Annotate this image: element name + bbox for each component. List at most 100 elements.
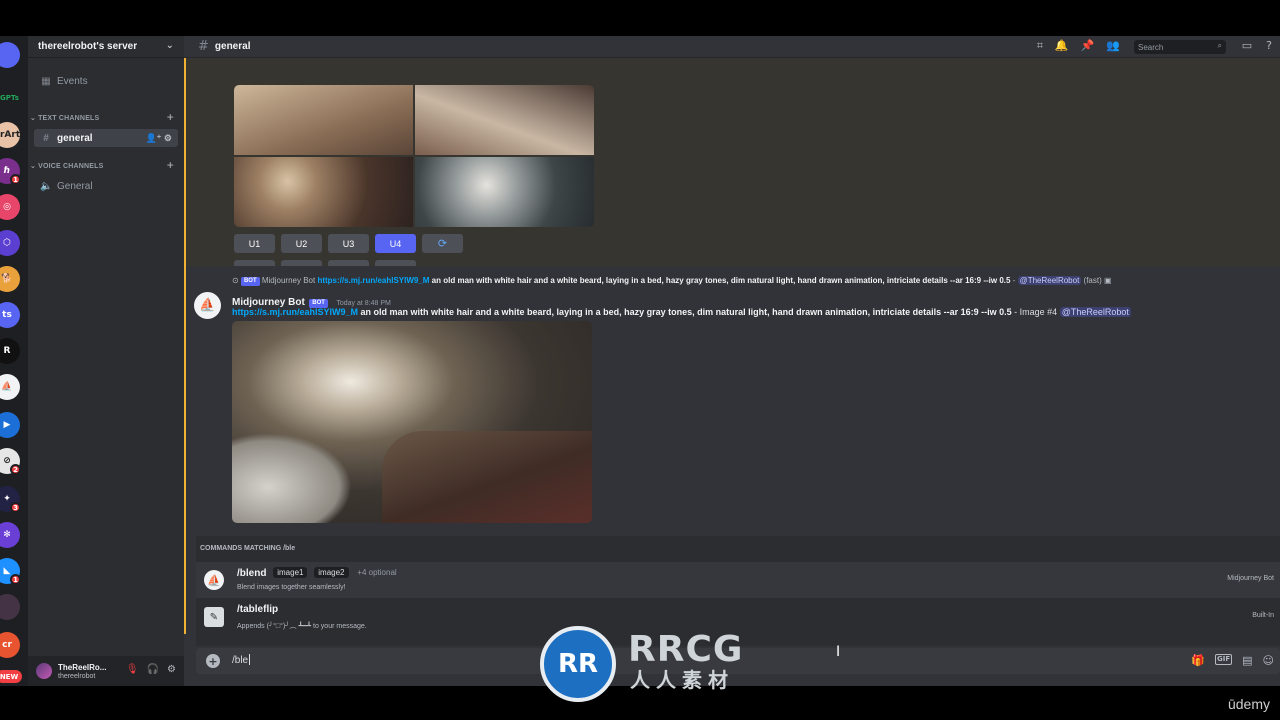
- headphones-icon[interactable]: 🎧: [147, 664, 159, 675]
- channel-sidebar: thereelrobot's server ⌄ ▦ Events ⌄ TEXT …: [28, 36, 184, 686]
- popup-title: COMMANDS MATCHING /ble: [200, 545, 296, 552]
- server-icon-play[interactable]: ▶: [0, 412, 20, 438]
- avatar[interactable]: [36, 663, 52, 679]
- new-badge: NEW: [0, 670, 22, 683]
- server-icon-label: ⬡: [3, 238, 11, 248]
- reply-mode: (fast): [1083, 276, 1102, 285]
- chat-area: # general ⌗ 🔔 📌 👥 Search ⌕ ▭ ? U1 U2 U3 U4 ⟳…: [184, 36, 1280, 686]
- server-icon-ring[interactable]: ◎: [0, 194, 20, 220]
- search-input[interactable]: Search ⌕: [1134, 40, 1226, 54]
- grid-image-3[interactable]: [234, 157, 413, 227]
- hash-icon: #: [43, 132, 49, 144]
- command-arg: image2: [314, 567, 349, 578]
- message-grid: U1U2U3U4⟳ V1V2V3V4: [184, 58, 1280, 279]
- pillow-shape: [232, 433, 352, 523]
- reply-mention[interactable]: @TheReelRobot: [1017, 276, 1082, 285]
- reply-icon: ⊙: [232, 276, 239, 285]
- add-channel-icon[interactable]: +: [167, 158, 174, 172]
- discord-home-icon[interactable]: [0, 42, 20, 68]
- add-channel-icon[interactable]: +: [167, 110, 174, 124]
- server-icon-ts[interactable]: ts: [0, 302, 20, 328]
- help-icon[interactable]: ?: [1266, 39, 1272, 52]
- server-icon-hex[interactable]: ⬡: [0, 230, 20, 256]
- reply-prompt: an old man with white hair and a white b…: [429, 276, 1011, 285]
- channel-actions[interactable]: 👤⁺ ⚙: [145, 133, 172, 144]
- sidebar-item-events[interactable]: ▦ Events: [34, 72, 178, 90]
- speaker-icon: 🔈: [40, 180, 53, 192]
- upscale-button-2[interactable]: U2: [281, 234, 322, 253]
- sidebar-item-voice-general[interactable]: 🔈 General: [34, 177, 178, 195]
- server-icon-cr[interactable]: cr: [0, 632, 20, 658]
- sidebar-item-general[interactable]: # general 👤⁺ ⚙: [34, 129, 178, 147]
- reply-preview[interactable]: ⊙ BOT Midjourney Bot https://s.mj.run/ea…: [232, 276, 1112, 286]
- category-label: TEXT CHANNELS: [38, 114, 100, 122]
- command-desc: Blend images together seamlessly!: [237, 584, 346, 591]
- channel-label: general: [57, 132, 93, 144]
- server-icon-label: erArt: [0, 130, 20, 140]
- message-suffix: - Image #4: [1011, 307, 1060, 317]
- message-input[interactable]: /ble: [232, 654, 250, 666]
- search-icon: ⌕: [1217, 41, 1222, 50]
- upscale-button-3[interactable]: U3: [328, 234, 369, 253]
- reroll-icon[interactable]: ⟳: [422, 234, 463, 253]
- reply-dash: -: [1012, 276, 1016, 285]
- command-source: Built-In: [1252, 612, 1274, 619]
- add-attachment-button[interactable]: +: [206, 654, 220, 668]
- threads-icon[interactable]: ⌗: [1037, 39, 1043, 53]
- command-source: Midjourney Bot: [1227, 575, 1274, 582]
- server-icon-label: 🐕: [1, 274, 13, 284]
- server-icon-portrait[interactable]: [0, 594, 20, 620]
- watermark-subtitle: 人人素材: [630, 668, 734, 692]
- command-name: /blend: [237, 568, 267, 579]
- inbox-icon[interactable]: ▭: [1242, 39, 1252, 52]
- upscale-button-1[interactable]: U1: [234, 234, 275, 253]
- members-icon[interactable]: 👥: [1106, 39, 1120, 53]
- server-icon-nodes[interactable]: ✻: [0, 522, 20, 548]
- bot-avatar[interactable]: ⛵: [194, 292, 221, 319]
- gear-icon[interactable]: ⚙: [167, 664, 176, 675]
- grid-image-4[interactable]: [415, 157, 594, 227]
- watermark-logo: RR: [540, 626, 616, 702]
- slash-command-icon: ✎: [204, 607, 224, 627]
- command-optional: +4 optional: [357, 568, 397, 577]
- bell-icon[interactable]: 🔔: [1055, 39, 1069, 53]
- unread-badge: 1: [10, 574, 21, 585]
- category-chevron-icon: ⌄: [30, 163, 37, 170]
- message-link[interactable]: https://s.mj.run/eahlSYlW9_M: [232, 307, 358, 317]
- server-rail: erArtℏ1◎⬡🐕tsR⛵▶⊘2✦3✻◣1cr GPTs NEW: [0, 36, 28, 686]
- unread-badge: 3: [10, 502, 21, 513]
- category-voice-channels[interactable]: ⌄ VOICE CHANNELS +: [30, 158, 180, 172]
- server-icon-label: ℏ: [3, 166, 11, 176]
- server-icon-r[interactable]: R: [0, 338, 20, 364]
- message-mention[interactable]: @TheReelRobot: [1059, 307, 1131, 317]
- user-handle: thereelrobot: [58, 672, 96, 680]
- grid-image-2[interactable]: [415, 85, 594, 155]
- server-header[interactable]: thereelrobot's server ⌄: [28, 36, 184, 58]
- generated-image-grid[interactable]: [234, 85, 594, 227]
- hash-icon: #: [198, 39, 209, 54]
- server-icon-sailboat[interactable]: ⛵: [0, 374, 20, 400]
- calendar-icon: ▦: [41, 75, 51, 87]
- category-label: VOICE CHANNELS: [38, 162, 104, 170]
- pin-icon[interactable]: 📌: [1081, 39, 1095, 53]
- emoji-icon[interactable]: ☺: [1263, 654, 1274, 667]
- top-letterbox: [0, 0, 1280, 36]
- gpts-label[interactable]: GPTs: [0, 94, 19, 102]
- server-icon-erart[interactable]: erArt: [0, 122, 20, 148]
- events-label: Events: [57, 75, 88, 87]
- upscale-button-4[interactable]: U4: [375, 234, 416, 253]
- grid-image-1[interactable]: [234, 85, 413, 155]
- sticker-icon[interactable]: ▤: [1242, 654, 1252, 667]
- reply-link[interactable]: https://s.mj.run/eahlSYlW9_M: [317, 276, 429, 285]
- watermark-title: RRCG: [628, 629, 744, 670]
- bot-tag: BOT: [240, 277, 260, 286]
- gif-icon[interactable]: GIF: [1214, 654, 1233, 665]
- message-prompt: an old man with white hair and a white b…: [358, 307, 1012, 317]
- upscaled-image[interactable]: [232, 321, 592, 523]
- command-option-blend[interactable]: ⛵ /blend image1 image2 +4 optional Blend…: [196, 562, 1280, 598]
- category-text-channels[interactable]: ⌄ TEXT CHANNELS +: [30, 110, 180, 124]
- mic-muted-icon[interactable]: 🎙: [126, 664, 139, 675]
- voice-channel-label: General: [57, 180, 93, 192]
- gift-icon[interactable]: 🎁: [1191, 654, 1205, 667]
- server-icon-shiba[interactable]: 🐕: [0, 266, 20, 292]
